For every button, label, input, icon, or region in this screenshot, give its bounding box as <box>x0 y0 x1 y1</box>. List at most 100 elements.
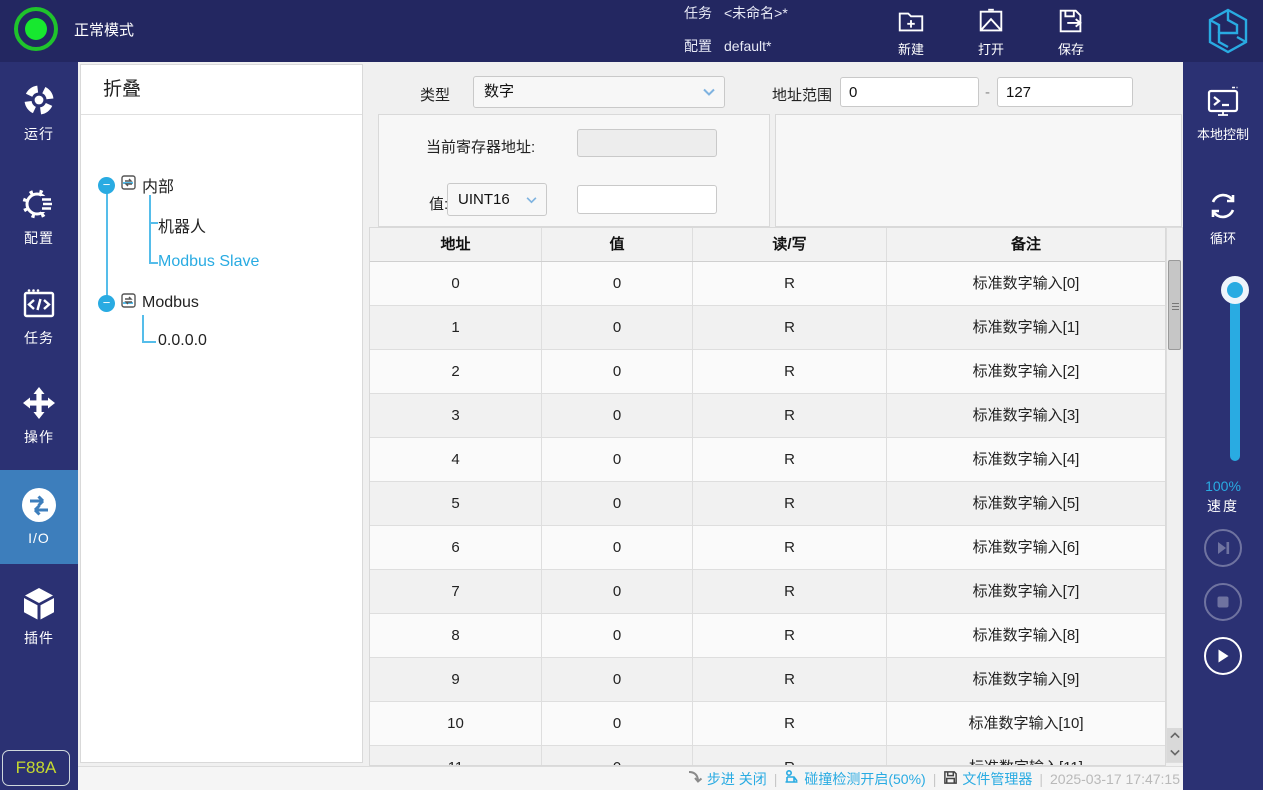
table-row[interactable]: 1 0 R 标准数字输入[1] <box>370 306 1165 350</box>
sidebar-item-run[interactable]: 运行 <box>0 82 78 144</box>
device-tree-panel: 折叠 − 内部 机器人 Modbus Slave − Modbus 0.0.0.… <box>80 64 363 763</box>
scroll-down-arrow-icon[interactable] <box>1167 745 1182 762</box>
table-scrollbar[interactable] <box>1166 227 1183 763</box>
cell-value: 0 <box>542 482 693 525</box>
table-row[interactable]: 9 0 R 标准数字输入[9] <box>370 658 1165 702</box>
sidebar-item-operate[interactable]: 操作 <box>0 385 78 447</box>
col-header-remark: 备注 <box>1010 236 1041 253</box>
cube-icon <box>0 586 78 622</box>
cell-remark: 标准数字输入[10] <box>968 715 1084 732</box>
cell-value: 0 <box>542 350 693 393</box>
tree-node-robot[interactable]: 机器人 <box>158 213 206 237</box>
range-from-input[interactable] <box>840 77 979 107</box>
value-input[interactable] <box>577 185 717 214</box>
speed-slider-track[interactable] <box>1230 289 1240 461</box>
table-row[interactable]: 4 0 R 标准数字输入[4] <box>370 438 1165 482</box>
type-select[interactable]: 数字 <box>473 76 725 108</box>
collapse-toggle-icon[interactable]: − <box>98 294 115 312</box>
robot-model-badge[interactable]: F88A <box>2 750 70 786</box>
sidebar-item-config[interactable]: 配置 <box>0 186 78 248</box>
sidebar-item-io[interactable]: I/O <box>0 486 78 546</box>
collapse-toggle-icon[interactable]: − <box>98 176 115 194</box>
scrollbar-thumb[interactable] <box>1168 260 1181 350</box>
cell-rw: R <box>693 614 887 657</box>
cell-address: 5 <box>370 482 542 525</box>
col-header-value: 值 <box>542 228 693 261</box>
scroll-up-arrow-icon[interactable] <box>1167 728 1182 745</box>
table-body: 0 0 R 标准数字输入[0] 1 0 R 标准数字输入[1] 2 0 R 标准… <box>370 262 1165 765</box>
table-row[interactable]: 2 0 R 标准数字输入[2] <box>370 350 1165 394</box>
cell-address: 9 <box>370 658 542 701</box>
cell-address: 11 <box>370 746 542 765</box>
table-row[interactable]: 5 0 R 标准数字输入[5] <box>370 482 1165 526</box>
cell-rw: R <box>693 482 887 525</box>
cell-value: 0 <box>542 306 693 349</box>
cell-address: 10 <box>370 702 542 745</box>
cell-remark: 标准数字输入[5] <box>972 495 1080 512</box>
cell-remark: 标准数字输入[9] <box>972 671 1080 688</box>
cell-value: 0 <box>542 614 693 657</box>
device-tree: − 内部 机器人 Modbus Slave − Modbus 0.0.0.0 <box>81 115 362 762</box>
cell-rw: R <box>693 394 887 437</box>
col-header-rw: 读/写 <box>693 228 887 261</box>
tree-line <box>149 262 158 264</box>
play-button[interactable] <box>1204 637 1242 675</box>
collision-robot-icon <box>784 769 800 788</box>
type-label: 类型 <box>420 87 451 104</box>
cell-address: 2 <box>370 350 542 393</box>
file-manager-button[interactable]: 文件管理器 <box>943 769 1032 789</box>
tree-node-ip[interactable]: 0.0.0.0 <box>158 332 207 350</box>
save-icon <box>1043 6 1099 36</box>
step-mode-toggle[interactable]: 步进 关闭 <box>687 769 767 789</box>
open-file-icon <box>963 6 1019 36</box>
table-row[interactable]: 6 0 R 标准数字输入[6] <box>370 526 1165 570</box>
local-control-button[interactable]: 本地控制 <box>1183 84 1263 143</box>
swap-node-icon <box>121 175 136 195</box>
table-row[interactable]: 0 0 R 标准数字输入[0] <box>370 262 1165 306</box>
cell-address: 1 <box>370 306 542 349</box>
tree-line <box>106 190 108 302</box>
tree-node-modbus[interactable]: − Modbus <box>98 293 199 313</box>
collapse-all-button[interactable]: 折叠 <box>81 65 362 115</box>
cell-remark: 标准数字输入[4] <box>972 451 1080 468</box>
register-address-input[interactable] <box>577 129 717 157</box>
range-to-input[interactable] <box>997 77 1133 107</box>
cell-value: 0 <box>542 526 693 569</box>
swap-node-icon <box>121 293 136 313</box>
stop-button[interactable] <box>1204 583 1242 621</box>
table-row[interactable]: 7 0 R 标准数字输入[7] <box>370 570 1165 614</box>
status-bar: 步进 关闭 | 碰撞检测开启(50%) | 文件管理器 | 2025-03-17… <box>78 766 1183 790</box>
open-button[interactable]: 打开 <box>963 6 1019 58</box>
table-header-row: 地址 值 读/写 备注 <box>370 228 1165 262</box>
cell-value: 0 <box>542 570 693 613</box>
speed-slider-knob[interactable] <box>1221 276 1249 304</box>
value-type-select[interactable]: UINT16 <box>447 183 547 216</box>
clock: 2025-03-17 17:47:15 <box>1050 770 1180 787</box>
table-row[interactable]: 8 0 R 标准数字输入[8] <box>370 614 1165 658</box>
step-forward-button[interactable] <box>1204 529 1242 567</box>
sidebar-item-task[interactable]: 任务 <box>0 286 78 348</box>
tree-node-internal[interactable]: − 内部 <box>98 173 174 197</box>
new-file-icon <box>883 6 939 36</box>
task-name: <未命名>* <box>724 5 788 21</box>
tree-node-modbus-slave[interactable]: Modbus Slave <box>158 253 259 271</box>
loop-button[interactable]: 循环 <box>1183 188 1263 247</box>
cell-value: 0 <box>542 262 693 305</box>
table-row[interactable]: 10 0 R 标准数字输入[10] <box>370 702 1165 746</box>
mode-status-icon[interactable] <box>14 7 58 51</box>
terminal-icon <box>1183 84 1263 120</box>
cell-remark: 标准数字输入[6] <box>972 539 1080 556</box>
sidebar-item-plugin[interactable]: 插件 <box>0 586 78 648</box>
cell-address: 6 <box>370 526 542 569</box>
table-row[interactable]: 11 0 R 标准数字输入[11] <box>370 746 1165 765</box>
new-button[interactable]: 新建 <box>883 6 939 58</box>
table-row[interactable]: 3 0 R 标准数字输入[3] <box>370 394 1165 438</box>
collision-detection-toggle[interactable]: 碰撞检测开启(50%) <box>784 769 926 789</box>
cell-value: 0 <box>542 658 693 701</box>
save-button[interactable]: 保存 <box>1043 6 1099 58</box>
range-dash: - <box>985 84 990 101</box>
tree-line <box>149 222 158 224</box>
cell-rw: R <box>693 438 887 481</box>
cell-rw: R <box>693 262 887 305</box>
cell-rw: R <box>693 306 887 349</box>
